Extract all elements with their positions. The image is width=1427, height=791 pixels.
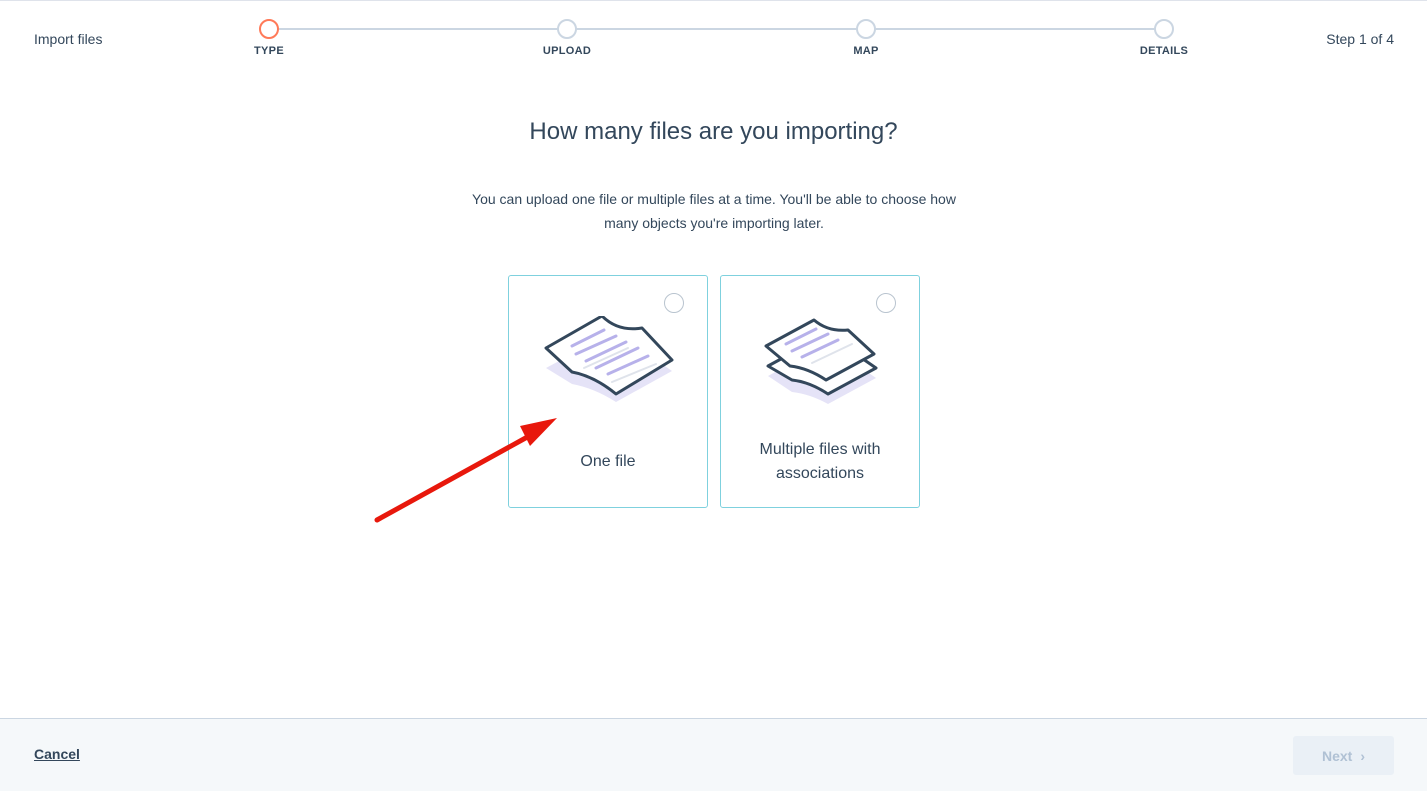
step-label: TYPE bbox=[254, 45, 284, 57]
main-description: You can upload one file or multiple file… bbox=[472, 191, 956, 231]
step-indicator-icon bbox=[259, 19, 279, 39]
chevron-right-icon: › bbox=[1360, 747, 1366, 764]
next-button[interactable]: Next › bbox=[1293, 736, 1394, 775]
multiple-files-icon bbox=[764, 318, 878, 404]
radio-one-file[interactable] bbox=[664, 293, 684, 313]
footer-bar: Cancel Next › bbox=[0, 718, 1427, 791]
step-upload: UPLOAD bbox=[507, 19, 627, 57]
cancel-button[interactable]: Cancel bbox=[34, 746, 80, 762]
option-label: Multiple files with associations bbox=[759, 441, 881, 482]
step-indicator-icon bbox=[856, 19, 876, 39]
step-label: UPLOAD bbox=[542, 45, 592, 57]
step-map: MAP bbox=[806, 19, 926, 57]
progress-stepper: TYPE UPLOAD MAP DETAILS bbox=[0, 0, 1427, 70]
step-counter: Step 1 of 4 bbox=[1326, 31, 1394, 47]
step-type: TYPE bbox=[209, 19, 329, 57]
main-heading: How many files are you importing? bbox=[529, 118, 898, 145]
step-label: DETAILS bbox=[1139, 45, 1189, 57]
annotation-arrow-icon bbox=[374, 418, 557, 523]
stepper-track bbox=[269, 28, 1164, 30]
radio-multiple-files[interactable] bbox=[876, 293, 896, 313]
step-indicator-icon bbox=[557, 19, 577, 39]
step-indicator-icon bbox=[1154, 19, 1174, 39]
step-details: DETAILS bbox=[1104, 19, 1224, 57]
option-card-multiple-files[interactable]: Multiple files with associations bbox=[720, 275, 920, 508]
next-label: Next bbox=[1321, 747, 1353, 764]
step-label: MAP bbox=[853, 45, 879, 57]
